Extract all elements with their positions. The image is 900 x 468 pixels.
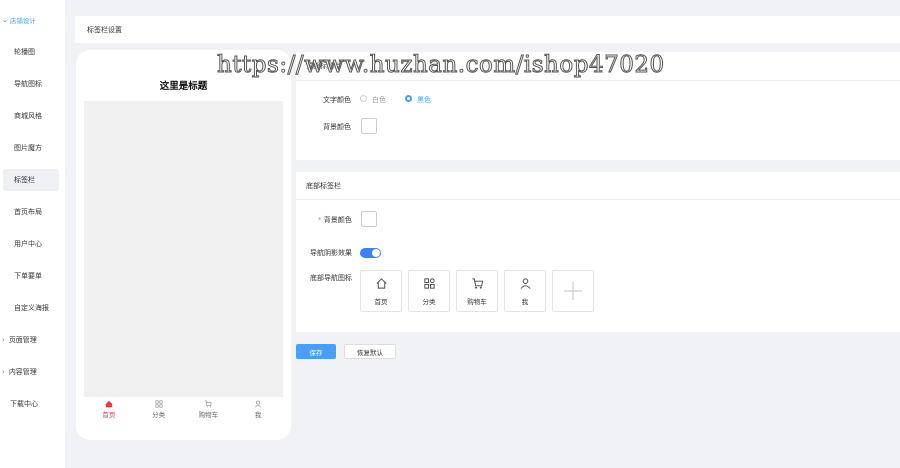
radio-black-label: 黑色 (417, 96, 431, 104)
phone-tab-category[interactable]: 分类 (134, 397, 184, 421)
sidebar-group-content[interactable]: › 内容管理 (2, 365, 37, 379)
sidebar-item-order[interactable]: 下单要单 (3, 265, 59, 287)
sidebar-item-nav-icons[interactable]: 导航图标 (3, 73, 59, 95)
phone-tab-me[interactable]: 我 (233, 397, 283, 421)
restore-default-button[interactable]: 恢复默认 (344, 344, 396, 359)
phone-tabbar: 首页 分类 购物车 我 (84, 397, 283, 421)
sidebar-item-label: 导航图标 (14, 80, 42, 88)
page-header: 标签栏设置 (75, 16, 900, 43)
sidebar-item-image-cube[interactable]: 图片魔方 (3, 137, 59, 159)
sidebar-item-label: 用户中心 (14, 240, 42, 248)
sidebar-item-mall-style[interactable]: 商城风格 (3, 105, 59, 127)
sidebar-group-label: 内容管理 (8, 368, 37, 376)
nav-icon-tile-category[interactable]: 分类 (408, 270, 450, 312)
divider (296, 199, 900, 200)
sidebar-group-pages[interactable]: › 页面管理 (2, 333, 37, 347)
save-button[interactable]: 保存 (296, 344, 336, 359)
bg-color-picker-bottom[interactable] (361, 211, 377, 227)
home-icon (376, 277, 386, 289)
cart-icon (205, 399, 212, 407)
page-title: 标签栏设置 (87, 25, 122, 34)
sidebar-item-label: 标签栏 (14, 176, 35, 184)
radio-black[interactable] (405, 95, 412, 102)
nav-effect-toggle[interactable] (360, 248, 381, 258)
chevron-down-icon: ⌄ (2, 16, 8, 24)
sidebar-item-tabbar[interactable]: 标签栏 (3, 169, 59, 191)
chevron-right-icon: › (2, 368, 5, 376)
sidebar-item-user-center[interactable]: 用户中心 (3, 233, 59, 255)
nav-icon-label: 首页 (374, 297, 388, 306)
nav-icon-label: 分类 (422, 297, 436, 306)
radio-white-label: 白色 (372, 96, 386, 104)
sidebar-item-label: 下单要单 (14, 272, 42, 280)
sidebar-item-label: 下载中心 (10, 400, 38, 408)
phone-tab-label: 购物车 (198, 410, 219, 419)
nav-effect-label: 导航阴影效果 (310, 249, 352, 257)
sidebar-item-label: 轮播图 (14, 48, 35, 56)
sidebar-group-store-design[interactable]: ⌄ 店铺设计 (2, 14, 36, 26)
bottom-tabbar-card: 底部标签栏 * 背景颜色 导航阴影效果 底部导航图标 首页 分类 购物车 我 (296, 172, 900, 332)
sidebar-item-download-center[interactable]: 下载中心 (10, 397, 38, 411)
phone-tab-cart[interactable]: 购物车 (184, 397, 234, 421)
phone-tab-label: 分类 (152, 410, 166, 419)
sidebar-item-label: 自定义海报 (14, 304, 49, 312)
nav-icon-tile-cart[interactable]: 购物车 (456, 270, 498, 312)
section-heading-top: 顶部标题栏 (306, 62, 341, 70)
user-icon (255, 400, 262, 407)
radio-white[interactable] (360, 95, 367, 102)
sidebar-item-custom-poster[interactable]: 自定义海报 (3, 297, 59, 319)
plus-icon (564, 282, 582, 300)
sidebar-item-label: 商城风格 (14, 112, 42, 120)
sidebar-group-label: 店铺设计 (9, 17, 36, 25)
grid-icon (423, 277, 435, 289)
bg-color-picker-top[interactable] (361, 118, 377, 134)
nav-icon-label: 我 (521, 297, 529, 306)
nav-icon-tile-me[interactable]: 我 (504, 270, 546, 312)
sidebar: ⌄ 店铺设计 轮播图 导航图标 商城风格 图片魔方 标签栏 首页布局 用户中心 … (0, 0, 65, 468)
top-titlebar-card: 顶部标题栏 文字颜色 白色 黑色 背景颜色 (296, 52, 900, 160)
phone-tab-home[interactable]: 首页 (84, 397, 134, 421)
phone-title-bar: 这里是标题 (84, 69, 283, 101)
user-icon (520, 277, 530, 289)
bg-color-label-bottom: * 背景颜色 (318, 215, 352, 225)
home-icon (105, 400, 113, 407)
nav-icon-tile-home[interactable]: 首页 (360, 270, 402, 312)
bg-color-label-text: 背景颜色 (323, 216, 352, 224)
add-nav-icon-button[interactable] (552, 270, 594, 312)
sidebar-item-home-layout[interactable]: 首页布局 (3, 201, 59, 223)
grid-icon (155, 399, 163, 408)
phone-tab-label: 首页 (102, 410, 116, 419)
divider (296, 80, 900, 81)
sidebar-item-label: 首页布局 (14, 208, 42, 216)
nav-icons-label: 底部导航图标 (310, 274, 352, 282)
phone-body (84, 101, 283, 397)
nav-icon-label: 购物车 (467, 297, 487, 306)
sidebar-item-banner[interactable]: 轮播图 (3, 41, 59, 63)
bg-color-label-top: 背景颜色 (323, 123, 351, 131)
section-heading-bottom: 底部标签栏 (306, 182, 341, 190)
chevron-right-icon: › (2, 336, 5, 344)
phone-title: 这里是标题 (159, 81, 208, 92)
phone-tab-label: 我 (254, 410, 262, 419)
sidebar-group-label: 页面管理 (8, 336, 37, 344)
text-color-label: 文字颜色 (323, 96, 351, 104)
sidebar-item-label: 图片魔方 (14, 144, 42, 152)
cart-icon (471, 277, 483, 289)
